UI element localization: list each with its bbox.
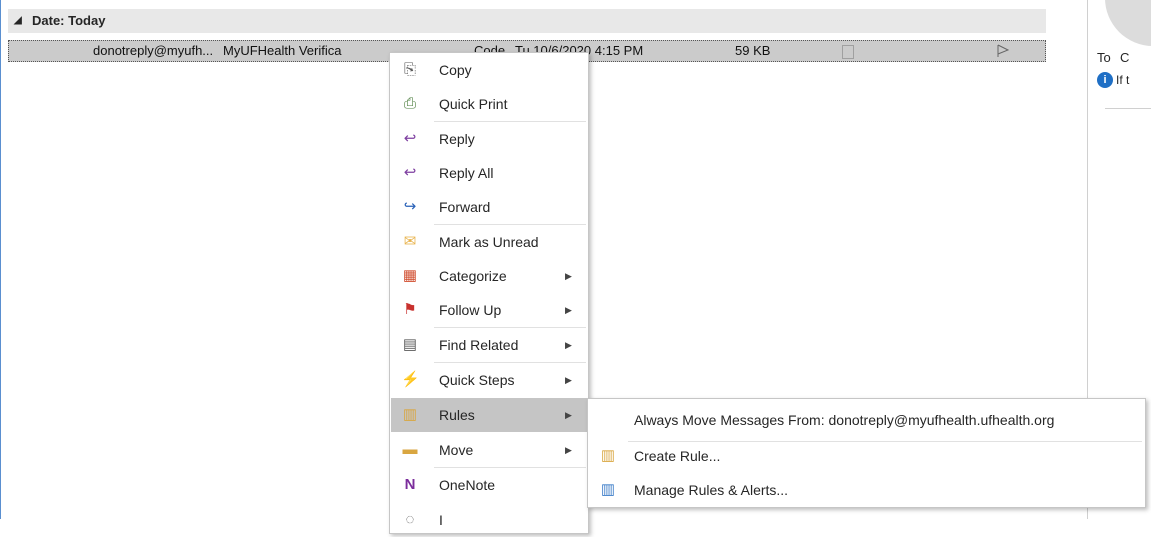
menu-item-label: Forward — [439, 199, 491, 215]
info-icon: i — [1097, 72, 1113, 88]
menu-item-mark-unread[interactable]: ✉ Mark as Unread — [391, 225, 587, 259]
submenu-arrow-icon: ▶ — [565, 445, 572, 455]
menu-item-reply[interactable]: ↩ Reply — [391, 122, 587, 156]
move-folder-icon: ▬ — [402, 441, 418, 458]
submenu-item-label: Create Rule... — [634, 448, 721, 464]
menu-item-quick-steps[interactable]: ⚡ Quick Steps ▶ — [391, 363, 587, 397]
menu-item-label: Follow Up — [439, 302, 502, 318]
submenu-item-create-rule[interactable]: ▥ Create Rule... — [589, 439, 1144, 473]
copy-icon: ⎘ — [403, 61, 416, 78]
menu-item-find-related[interactable]: ▤ Find Related ▶ — [391, 328, 587, 362]
message-size: 59 KB — [735, 43, 771, 58]
find-related-icon: ▤ — [402, 336, 418, 353]
menu-item-label: Quick Print — [439, 96, 508, 112]
menu-item-quick-print[interactable]: ⎙ Quick Print — [391, 87, 587, 121]
submenu-arrow-icon: ▶ — [565, 375, 572, 385]
menu-item-label: I — [439, 512, 443, 528]
menu-item-forward[interactable]: ↪ Forward — [391, 190, 587, 224]
menu-item-label: Mark as Unread — [439, 234, 539, 250]
menu-item-label: Copy — [439, 62, 472, 78]
to-value: C — [1120, 50, 1130, 65]
menu-item-move[interactable]: ▬ Move ▶ — [391, 433, 587, 467]
message-subject: MyUFHealth Verifica — [223, 43, 342, 58]
menu-item-reply-all[interactable]: ↩ Reply All — [391, 156, 587, 190]
submenu-arrow-icon: ▶ — [565, 340, 572, 350]
submenu-item-manage-rules[interactable]: ▥ Manage Rules & Alerts... — [589, 473, 1144, 507]
context-menu: ⎘ Copy ⎙ Quick Print ↩ Reply ↩ Reply All… — [389, 52, 589, 534]
menu-item-copy[interactable]: ⎘ Copy — [391, 53, 587, 87]
group-header-label: Date: Today — [32, 13, 106, 28]
to-label: To — [1097, 50, 1111, 65]
printer-icon: ⎙ — [403, 95, 416, 112]
forward-icon: ↪ — [403, 198, 417, 215]
menu-item-follow-up[interactable]: ⚑ Follow Up ▶ — [391, 293, 587, 327]
collapse-triangle-icon[interactable]: ◢ — [14, 9, 22, 33]
message-from: donotreply@myufh... — [93, 43, 214, 58]
menu-item-label: Reply All — [439, 165, 494, 181]
menu-item-categorize[interactable]: ▦ Categorize ▶ — [391, 259, 587, 293]
menu-item-label: OneNote — [439, 477, 496, 493]
flag-outline-icon[interactable] — [996, 44, 1010, 58]
menu-item-label: Reply — [439, 131, 475, 147]
menu-item-label: Quick Steps — [439, 372, 515, 388]
submenu-item-always-move[interactable]: Always Move Messages From: donotreply@my… — [589, 403, 1144, 437]
submenu-item-label: Manage Rules & Alerts... — [634, 482, 789, 498]
ignore-icon: ◌ — [405, 511, 415, 528]
reading-pane-separator — [1105, 108, 1151, 109]
info-text: If t — [1116, 73, 1130, 87]
window-left-border — [0, 0, 9, 519]
submenu-arrow-icon: ▶ — [565, 271, 572, 281]
flag-icon: ⚑ — [403, 301, 417, 318]
envelope-icon: ✉ — [403, 233, 417, 250]
menu-item-rules[interactable]: ▥ Rules ▶ — [391, 398, 587, 432]
rules-submenu: Always Move Messages From: donotreply@my… — [587, 398, 1146, 508]
reply-all-icon: ↩ — [403, 164, 417, 181]
create-rule-icon: ▥ — [600, 447, 616, 464]
menu-item-label: Find Related — [439, 337, 519, 353]
reply-icon: ↩ — [403, 130, 417, 147]
rules-icon: ▥ — [402, 406, 418, 423]
menu-item-onenote[interactable]: N OneNote — [391, 468, 587, 502]
category-box-icon[interactable] — [842, 45, 854, 59]
manage-rules-icon: ▥ — [600, 481, 616, 498]
sender-avatar — [1105, 0, 1151, 46]
menu-item-label: Categorize — [439, 268, 507, 284]
categorize-icon: ▦ — [402, 267, 418, 284]
group-header-date[interactable]: ◢ Date: Today — [8, 9, 1046, 33]
submenu-item-label: Always Move Messages From: donotreply@my… — [634, 412, 1055, 428]
lightning-icon: ⚡ — [401, 371, 420, 388]
onenote-icon: N — [404, 476, 416, 493]
submenu-arrow-icon: ▶ — [565, 305, 572, 315]
menu-item-ignore[interactable]: ◌ I — [391, 503, 587, 537]
submenu-arrow-icon: ▶ — [565, 410, 572, 420]
menu-item-label: Move — [439, 442, 474, 458]
menu-item-label: Rules — [439, 407, 475, 423]
